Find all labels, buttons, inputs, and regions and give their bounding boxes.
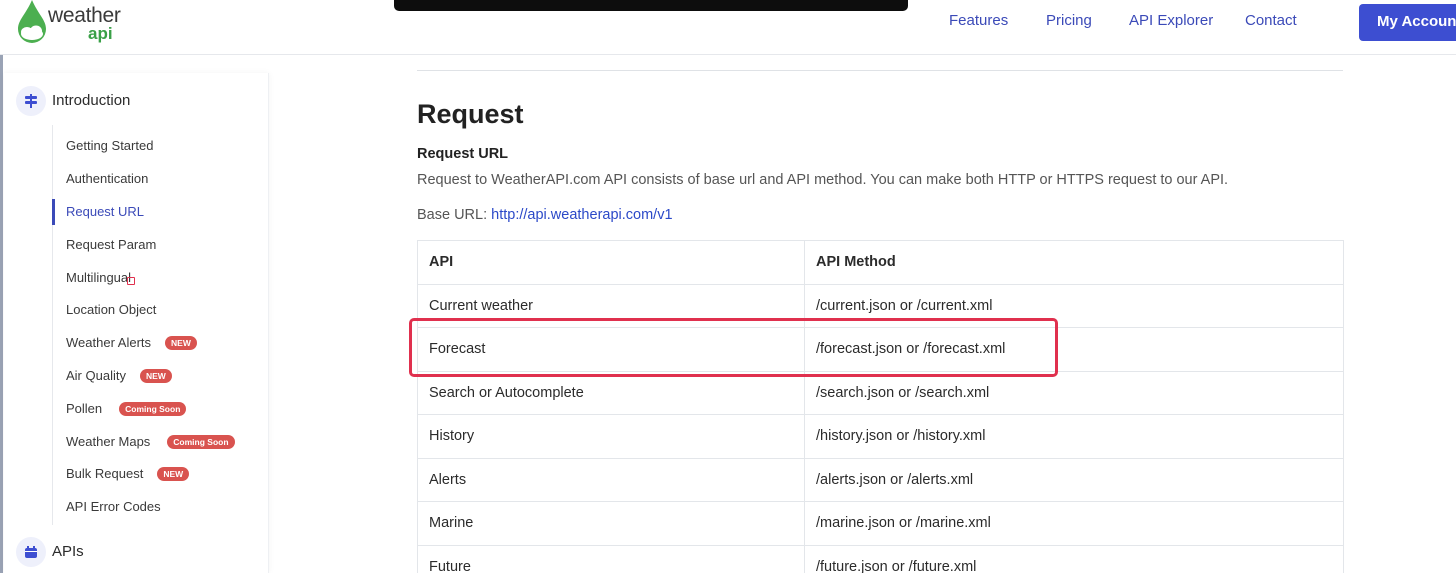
new-badge: NEW	[139, 368, 172, 383]
column-header-api-method: API Method	[804, 240, 1344, 285]
table-row: Search or Autocomplete /search.json or /…	[417, 370, 1344, 415]
sidebar-item-request-url[interactable]: Request URL	[52, 199, 262, 225]
table-cell-method: /history.json or /history.xml	[804, 414, 1344, 459]
table-row: Future /future.json or /future.xml	[417, 544, 1344, 573]
nav-pricing[interactable]: Pricing	[1046, 12, 1092, 29]
table-cell-api: Alerts	[417, 457, 805, 502]
section-label-introduction: Introduction	[52, 92, 131, 109]
api-methods-table: API API Method Current weather /current.…	[417, 240, 1344, 573]
new-badge: NEW	[165, 335, 197, 350]
table-cell-api: Search or Autocomplete	[417, 370, 805, 415]
sidebar-item-pollen[interactable]: Pollen Coming Soon	[52, 396, 262, 422]
column-header-api: API	[417, 240, 805, 285]
nav-contact[interactable]: Contact	[1245, 12, 1297, 29]
sidebar-item-label: Weather Alerts	[66, 335, 152, 350]
table-cell-api: Future	[417, 544, 805, 573]
sidebar-item-bulk-request[interactable]: Bulk Request NEW	[52, 461, 262, 487]
base-url-line: Base URL: http://api.weatherapi.com/v1	[417, 207, 673, 223]
sidebar-item-air-quality[interactable]: Air Quality NEW	[52, 363, 262, 389]
forecast-row-highlight	[409, 318, 1058, 377]
sidebar-item-authentication[interactable]: Authentication	[52, 166, 262, 192]
table-cell-method: /marine.json or /marine.xml	[804, 501, 1344, 546]
sidebar-item-label: Pollen	[66, 401, 103, 416]
page-title: Request	[417, 99, 524, 129]
section-label-apis: APIs	[52, 543, 84, 560]
base-url-label: Base URL:	[417, 207, 492, 223]
sidebar-item-weather-alerts[interactable]: Weather Alerts NEW	[52, 330, 262, 356]
sidebar-item-label: Air Quality	[66, 368, 126, 383]
sidebar-item-weather-maps[interactable]: Weather Maps Coming Soon	[52, 429, 262, 455]
sidebar-item-label: Location Object	[66, 302, 157, 317]
table-row: Marine /marine.json or /marine.xml	[417, 501, 1344, 546]
sidebar-item-location-object[interactable]: Location Object	[52, 297, 262, 323]
sidebar-item-api-error-codes[interactable]: API Error Codes	[52, 494, 262, 520]
coming-soon-badge: Coming Soon	[167, 434, 235, 449]
sidebar-item-label: Getting Started	[66, 138, 154, 153]
table-header-row: API API Method	[417, 240, 1344, 285]
weatherapi-logo[interactable]: weather api	[14, 0, 124, 48]
coming-soon-badge: Coming Soon	[119, 401, 187, 416]
table-cell-method: /search.json or /search.xml	[804, 370, 1344, 415]
sidebar-item-multilingual[interactable]: Multilingual	[52, 265, 262, 291]
base-url-link[interactable]: http://api.weatherapi.com/v1	[491, 207, 672, 223]
overlay-bar	[394, 0, 908, 11]
nav-features[interactable]: Features	[949, 12, 1008, 29]
calendar-icon	[16, 537, 46, 567]
table-row: History /history.json or /history.xml	[417, 414, 1344, 459]
window-edge	[0, 55, 3, 573]
sidebar-item-request-param[interactable]: Request Param	[52, 232, 262, 258]
nav-api-explorer[interactable]: API Explorer	[1129, 12, 1213, 29]
table-cell-method: /alerts.json or /alerts.xml	[804, 457, 1344, 502]
top-header: weather api Features Pricing API Explore…	[0, 0, 1456, 55]
sidebar-item-label: Weather Maps	[66, 434, 151, 449]
sidebar-item-label: Bulk Request	[66, 466, 144, 481]
sidebar-item-label: Multilingual	[66, 270, 132, 285]
section-description: Request to WeatherAPI.com API consists o…	[417, 172, 1229, 188]
my-account-button[interactable]: My Account	[1359, 4, 1456, 41]
sidebar-item-label: Authentication	[66, 171, 149, 186]
sidebar-item-getting-started[interactable]: Getting Started	[52, 133, 262, 159]
sidebar-item-label: Request URL	[66, 204, 145, 219]
sidebar-item-label: Request Param	[66, 237, 157, 252]
new-badge: NEW	[157, 466, 190, 481]
raindrop-cloud-icon	[18, 0, 46, 43]
table-cell-method: /future.json or /future.xml	[804, 544, 1344, 573]
logo-text-api: api	[88, 24, 113, 43]
cursor-marker	[127, 277, 135, 285]
table-row: Alerts /alerts.json or /alerts.xml	[417, 457, 1344, 502]
table-cell-api: Marine	[417, 501, 805, 546]
table-cell-api: History	[417, 414, 805, 459]
sidebar-item-label: API Error Codes	[66, 499, 161, 514]
signpost-icon	[16, 86, 46, 116]
section-subtitle: Request URL	[417, 146, 509, 162]
content-divider	[417, 70, 1343, 71]
